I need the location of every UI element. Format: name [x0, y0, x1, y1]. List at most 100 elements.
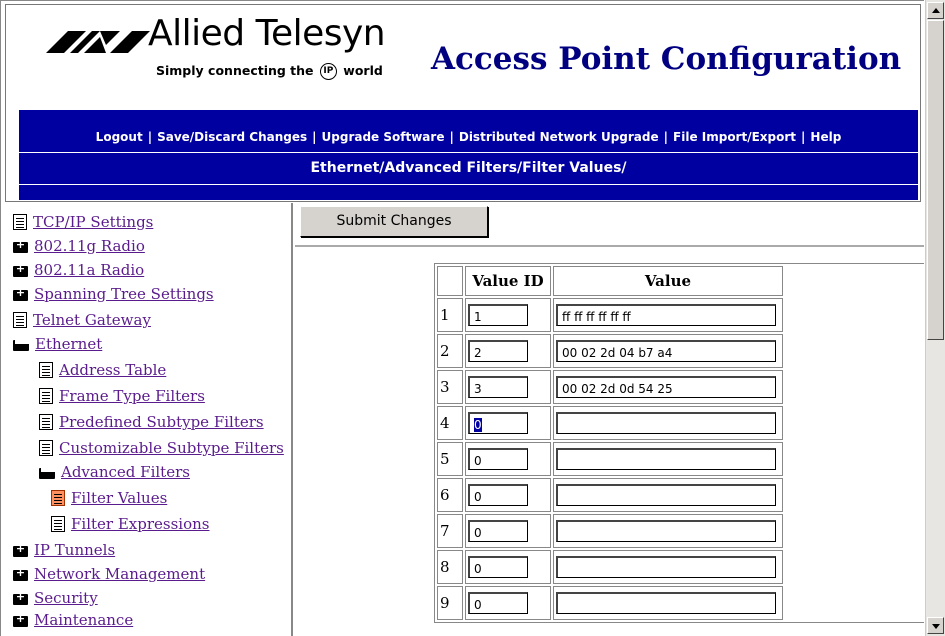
sidebar-item-label[interactable]: IP Tunnels	[34, 541, 115, 559]
brand-name: Allied Telesyn	[148, 13, 386, 54]
sidebar-item-label[interactable]: Address Table	[59, 361, 166, 379]
sidebar-item-filter-values[interactable]: Filter Values	[51, 487, 167, 509]
sidebar-item-filter-expressions[interactable]: Filter Expressions	[51, 513, 210, 535]
sidebar-item-customizable-subtype[interactable]: Customizable Subtype Filters	[39, 437, 284, 459]
column-header-value: Value	[553, 266, 783, 296]
value-id-input[interactable]: 0	[468, 484, 528, 506]
sidebar-item-label[interactable]: Filter Expressions	[71, 515, 210, 533]
sidebar-item-label[interactable]: Network Management	[34, 565, 205, 583]
sidebar-item-label[interactable]: Filter Values	[71, 489, 167, 507]
row-number: 5	[437, 442, 463, 476]
sidebar-item-label[interactable]: Predefined Subtype Filters	[59, 413, 264, 431]
folder-closed-icon[interactable]	[13, 542, 28, 557]
sidebar-item-predefined-subtype[interactable]: Predefined Subtype Filters	[39, 411, 264, 433]
nav-separator: |	[312, 130, 317, 144]
folder-closed-icon[interactable]	[13, 262, 28, 277]
page-header: Allied Telesyn Simply connecting the IP …	[5, 4, 921, 202]
sidebar-item-frame-type-filters[interactable]: Frame Type Filters	[39, 385, 205, 407]
table-row: 8 0	[437, 550, 783, 584]
nav-file-import-export-link[interactable]: File Import/Export	[673, 130, 796, 144]
sidebar-item-label[interactable]: Security	[34, 589, 98, 607]
sidebar-item-label[interactable]: Advanced Filters	[61, 463, 190, 481]
value-input[interactable]: 00 02 2d 0d 54 25	[556, 376, 776, 398]
scrollbar-thumb[interactable]	[927, 20, 944, 340]
sidebar-item-advanced-filters[interactable]: Advanced Filters	[39, 461, 190, 483]
scroll-up-arrow-icon[interactable]	[927, 2, 944, 19]
sidebar-item-label[interactable]: Customizable Subtype Filters	[59, 439, 284, 457]
sidebar-item-label[interactable]: Maintenance	[34, 611, 133, 629]
row-number: 3	[437, 370, 463, 404]
folder-open-icon[interactable]	[39, 467, 55, 479]
sidebar-item-80211g[interactable]: 802.11g Radio	[13, 235, 145, 257]
tagline-text-pre: Simply connecting the	[156, 63, 314, 78]
sidebar-item-tcpip[interactable]: TCP/IP Settings	[13, 211, 153, 233]
sidebar-item-security[interactable]: Security	[13, 587, 98, 609]
nav-save-discard-link[interactable]: Save/Discard Changes	[157, 130, 307, 144]
folder-open-icon[interactable]	[13, 339, 29, 351]
table-row: 2 2 00 02 2d 04 b7 a4	[437, 334, 783, 368]
nav-distributed-upgrade-link[interactable]: Distributed Network Upgrade	[459, 130, 659, 144]
value-id-input[interactable]: 1	[468, 304, 528, 326]
submit-changes-button[interactable]: Submit Changes	[300, 206, 488, 237]
sidebar-item-telnet[interactable]: Telnet Gateway	[13, 309, 151, 331]
nav-separator: |	[449, 130, 454, 144]
value-id-input[interactable]: 0	[468, 592, 528, 614]
browser-viewport: Allied Telesyn Simply connecting the IP …	[0, 0, 924, 636]
scroll-down-arrow-icon[interactable]	[927, 617, 944, 634]
selected-text: 0	[474, 418, 482, 432]
value-input[interactable]: ff ff ff ff ff ff	[556, 304, 776, 326]
vertical-scrollbar[interactable]	[925, 0, 945, 636]
value-input[interactable]	[556, 520, 776, 542]
sidebar-item-network-management[interactable]: Network Management	[13, 563, 205, 585]
value-id-input[interactable]: 0	[468, 412, 528, 434]
sidebar-item-label[interactable]: Frame Type Filters	[59, 387, 205, 405]
nav-upgrade-software-link[interactable]: Upgrade Software	[322, 130, 445, 144]
value-input[interactable]: 00 02 2d 04 b7 a4	[556, 340, 776, 362]
sidebar-item-address-table[interactable]: Address Table	[39, 359, 166, 381]
folder-closed-icon[interactable]	[13, 566, 28, 581]
nav-logout-link[interactable]: Logout	[96, 130, 143, 144]
folder-closed-icon[interactable]	[13, 590, 28, 605]
nav-help-link[interactable]: Help	[810, 130, 841, 144]
value-input[interactable]	[556, 448, 776, 470]
value-id-input[interactable]: 2	[468, 340, 528, 362]
document-icon	[13, 312, 27, 328]
document-icon	[39, 440, 53, 456]
nav-separator: |	[663, 130, 669, 144]
sidebar-item-ethernet[interactable]: Ethernet	[13, 333, 102, 355]
value-input[interactable]	[556, 592, 776, 614]
nav-separator: |	[801, 130, 806, 144]
sidebar-item-maintenance[interactable]: Maintenance	[13, 609, 133, 631]
table-row: 5 0	[437, 442, 783, 476]
sidebar-item-label[interactable]: Telnet Gateway	[33, 311, 151, 329]
sidebar-item-spanning-tree[interactable]: Spanning Tree Settings	[13, 283, 214, 305]
sidebar-item-label[interactable]: Ethernet	[35, 335, 102, 353]
content-divider	[295, 245, 924, 248]
sidebar-tree: TCP/IP Settings 802.11g Radio 802.11a Ra…	[5, 203, 293, 636]
row-number: 9	[437, 586, 463, 620]
value-id-input[interactable]: 0	[468, 520, 528, 542]
folder-closed-icon[interactable]	[13, 238, 28, 253]
value-input[interactable]	[556, 484, 776, 506]
sidebar-item-label[interactable]: 802.11g Radio	[34, 237, 145, 255]
value-id-input[interactable]: 3	[468, 376, 528, 398]
sidebar-item-label[interactable]: Spanning Tree Settings	[34, 285, 214, 303]
row-number: 1	[437, 298, 463, 332]
value-input[interactable]	[556, 412, 776, 434]
nav-divider	[19, 152, 918, 153]
ip-circle-icon: IP	[319, 63, 337, 80]
sidebar-item-label[interactable]: 802.11a Radio	[34, 261, 144, 279]
table-row: 3 3 00 02 2d 0d 54 25	[437, 370, 783, 404]
table-row: 1 1 ff ff ff ff ff ff	[437, 298, 783, 332]
sidebar-item-80211a[interactable]: 802.11a Radio	[13, 259, 144, 281]
sidebar-item-label[interactable]: TCP/IP Settings	[33, 213, 153, 231]
folder-closed-icon[interactable]	[13, 612, 28, 627]
document-icon	[39, 388, 53, 404]
folder-closed-icon[interactable]	[13, 286, 28, 301]
sidebar-item-ip-tunnels[interactable]: IP Tunnels	[13, 539, 115, 561]
document-icon	[13, 214, 27, 230]
value-id-input[interactable]: 0	[468, 556, 528, 578]
document-icon	[51, 516, 65, 532]
value-input[interactable]	[556, 556, 776, 578]
value-id-input[interactable]: 0	[468, 448, 528, 470]
